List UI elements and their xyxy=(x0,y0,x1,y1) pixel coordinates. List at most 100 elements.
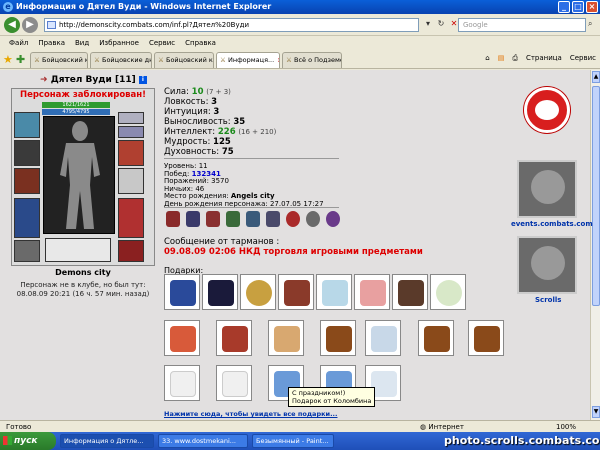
menu-file[interactable]: Файл xyxy=(4,37,33,49)
scrollbar-thumb[interactable] xyxy=(592,86,600,306)
gift-item[interactable] xyxy=(202,274,238,310)
medal-icon[interactable] xyxy=(266,211,280,227)
tab-combats-days[interactable]: ⚔Бойцовские дн... xyxy=(90,52,152,68)
forward-button[interactable]: ▶ xyxy=(22,17,38,33)
url-text: http://demonscity.combats.com/inf.pl?Дят… xyxy=(59,21,249,29)
menu-tools[interactable]: Сервис xyxy=(144,37,180,49)
back-button[interactable]: ◀ xyxy=(4,17,20,33)
menu-favorites[interactable]: Избранное xyxy=(94,37,144,49)
tab-info[interactable]: ⚔Информаця...× xyxy=(216,52,280,68)
medal-icon[interactable] xyxy=(226,211,240,227)
favorites-star-icon[interactable]: ★ xyxy=(3,53,13,66)
medal-icon[interactable] xyxy=(306,211,320,227)
hp-bar: 1621/1621 xyxy=(42,102,110,108)
events-link[interactable]: events.combats.com xyxy=(511,220,593,228)
info-icon[interactable]: i xyxy=(138,75,147,84)
shoulders-slot[interactable] xyxy=(118,112,144,124)
gift-item[interactable] xyxy=(354,274,390,310)
url-input[interactable]: http://demonscity.combats.com/inf.pl?Дят… xyxy=(44,18,419,32)
sword-icon: ⚔ xyxy=(34,56,40,64)
ie-logo-icon: e xyxy=(3,2,13,12)
gift-item[interactable] xyxy=(418,320,454,356)
gift-item[interactable] xyxy=(216,320,252,356)
gloves-slot[interactable] xyxy=(118,140,144,166)
close-tab-icon[interactable]: × xyxy=(277,53,279,68)
gift-item[interactable] xyxy=(365,320,401,356)
bracers-slot[interactable] xyxy=(14,140,40,166)
boots-slot[interactable] xyxy=(118,240,144,262)
gift-item[interactable] xyxy=(430,274,466,310)
task-ie[interactable]: Информация о Дятле... xyxy=(60,434,154,448)
combats-logo[interactable] xyxy=(524,87,570,133)
task-browser[interactable]: 33. www.dostmekani... xyxy=(158,434,248,448)
scroll-up-icon[interactable]: ▲ xyxy=(592,71,600,83)
gift-item[interactable] xyxy=(240,274,276,310)
medal-icon[interactable] xyxy=(246,211,260,227)
tab-underground[interactable]: ⚔Всё о Подземе... xyxy=(282,52,342,68)
stat-row: Выносливость: 35 xyxy=(164,117,246,127)
medal-icon[interactable] xyxy=(186,211,200,227)
shield-slot[interactable] xyxy=(118,168,144,194)
vertical-scrollbar[interactable]: ▲ ▼ xyxy=(590,70,600,420)
scrolls-banner[interactable] xyxy=(517,236,577,294)
character-name-text: Дятел Вуди xyxy=(50,75,112,85)
status-bar: Готово ◍ Интернет 100% xyxy=(0,420,600,432)
medal-icon[interactable] xyxy=(166,211,180,227)
arrow-icon: ➜ xyxy=(40,75,48,85)
tools-menu[interactable]: Сервис xyxy=(570,54,596,63)
tab-combats-1[interactable]: ⚔Бойцовский клуб xyxy=(30,52,88,68)
menu-edit[interactable]: Правка xyxy=(33,37,70,49)
scroll-down-icon[interactable]: ▼ xyxy=(592,406,600,418)
divider xyxy=(164,207,339,208)
maximize-button[interactable]: □ xyxy=(572,1,584,13)
start-button[interactable]: пуск xyxy=(0,432,56,450)
window-controls: _ □ × xyxy=(558,1,598,13)
refresh-icon[interactable]: ↻ xyxy=(436,19,446,29)
page-menu[interactable]: Страница xyxy=(526,54,562,63)
gift-item[interactable] xyxy=(164,365,200,401)
medal-icon[interactable] xyxy=(206,211,220,227)
tab-label: Информаця... xyxy=(228,56,275,64)
amulet-slot[interactable] xyxy=(118,126,144,138)
gift-item[interactable] xyxy=(216,365,252,401)
ring-slot[interactable] xyxy=(45,238,111,262)
add-favorites-icon[interactable]: ✚ xyxy=(16,53,25,66)
menu-bar: Файл Правка Вид Избранное Сервис Справка xyxy=(0,37,600,49)
medal-icon[interactable] xyxy=(286,211,300,227)
events-banner[interactable] xyxy=(517,160,577,218)
menu-view[interactable]: Вид xyxy=(70,37,94,49)
logo-head-icon xyxy=(535,100,559,120)
medal-icon[interactable] xyxy=(326,211,340,227)
dropdown-icon[interactable]: ▾ xyxy=(423,19,433,29)
weapon-slot[interactable] xyxy=(14,168,40,194)
search-input[interactable]: Google xyxy=(458,18,586,32)
gift-item[interactable] xyxy=(468,320,504,356)
search-icon[interactable]: ⌕ xyxy=(588,19,598,31)
see-all-gifts-link[interactable]: Нажмите сюда, чтобы увидеть все подарки.… xyxy=(164,410,337,418)
gift-item[interactable] xyxy=(164,274,200,310)
gift-item[interactable] xyxy=(316,274,352,310)
armor-slot[interactable] xyxy=(14,198,40,238)
gift-item[interactable] xyxy=(392,274,428,310)
gift-item[interactable] xyxy=(320,320,356,356)
gift-item[interactable] xyxy=(164,320,200,356)
legs-slot[interactable] xyxy=(118,198,144,238)
gift-item[interactable] xyxy=(268,320,304,356)
home-icon[interactable]: ⌂ xyxy=(485,54,489,63)
minimize-button[interactable]: _ xyxy=(558,1,570,13)
belt-slot[interactable] xyxy=(14,240,40,262)
tab-label: Бойцовские дн... xyxy=(102,56,151,64)
task-paint[interactable]: Безымянный - Paint... xyxy=(252,434,334,448)
tab-combats-2[interactable]: ⚔Бойцовский клуб xyxy=(154,52,214,68)
address-bar: ◀ ▶ http://demonscity.combats.com/inf.pl… xyxy=(0,14,600,36)
close-button[interactable]: × xyxy=(586,1,598,13)
scrolls-link[interactable]: Scrolls xyxy=(535,296,561,304)
menu-help[interactable]: Справка xyxy=(180,37,221,49)
command-bar: ⌂ ▤ ⎙ Страница Сервис xyxy=(485,54,596,63)
level-badge: [11] xyxy=(114,75,136,85)
print-icon[interactable]: ⎙ xyxy=(512,54,518,63)
helmet-slot[interactable] xyxy=(14,112,40,138)
gift-item[interactable] xyxy=(278,274,314,310)
feeds-icon[interactable]: ▤ xyxy=(498,54,505,63)
sword-icon: ⚔ xyxy=(286,56,292,64)
